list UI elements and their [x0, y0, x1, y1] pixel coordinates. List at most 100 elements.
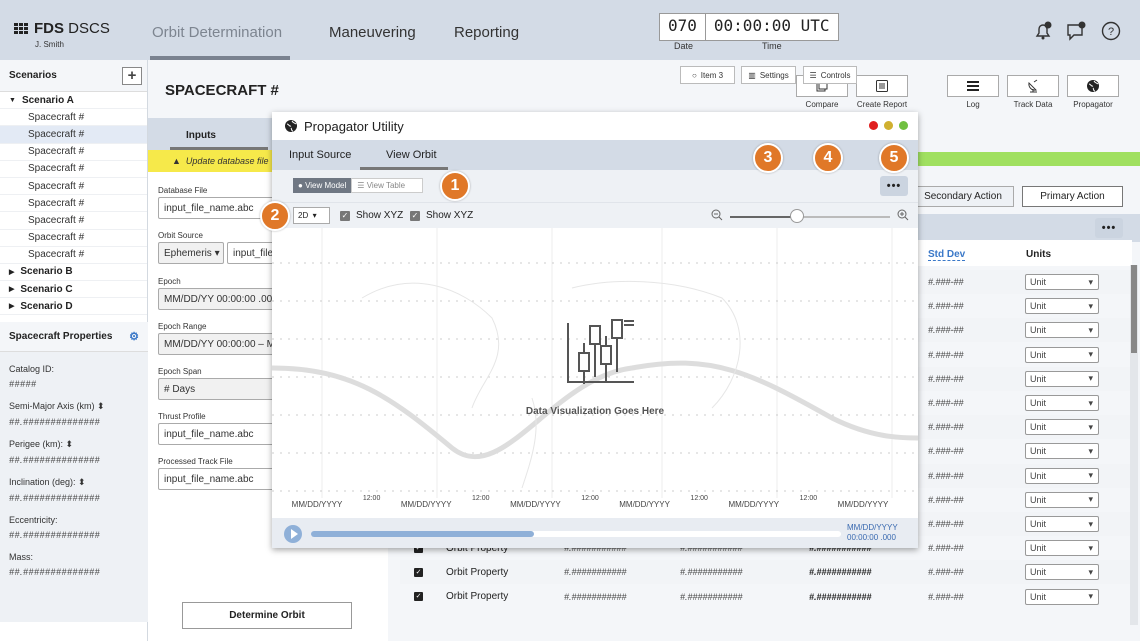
x-tick-label: MM/DD/YYYY [728, 500, 779, 509]
zoom-slider[interactable] [730, 216, 890, 218]
unit-select[interactable]: Unit [1025, 370, 1099, 387]
tab-reporting[interactable]: Reporting [454, 24, 519, 41]
item3-button[interactable]: ○ Item 3 [680, 66, 735, 84]
tab-input-source[interactable]: Input Source [289, 149, 351, 161]
scenario-tree: ▼ Scenario A Spacecraft # Spacecraft # Space… [0, 92, 147, 316]
unit-select[interactable]: Unit [1025, 443, 1099, 460]
determine-orbit-button[interactable]: Determine Orbit [182, 602, 352, 629]
chat-icon[interactable] [1065, 20, 1087, 42]
gear-icon[interactable]: ⚙ [129, 330, 139, 343]
playback-slider[interactable] [311, 531, 841, 537]
maximize-dot[interactable] [899, 121, 908, 130]
scenario-item[interactable]: ▶ Scenario B [0, 264, 147, 282]
primary-action-button[interactable]: Primary Action [1022, 186, 1123, 207]
unit-select[interactable]: Unit [1025, 298, 1099, 315]
table-row: ✓ Orbit Property #.########### #.##########… [400, 585, 1132, 609]
spacecraft-item[interactable]: Spacecraft # [0, 144, 147, 161]
unit-select[interactable]: Unit [1025, 322, 1099, 339]
scenario-item[interactable]: ▼ Scenario A [0, 92, 147, 110]
spacecraft-item[interactable]: Spacecraft # [0, 109, 147, 127]
circle-icon: ○ [691, 70, 697, 80]
globe-icon: ● [298, 181, 306, 190]
controls-button[interactable]: ☰ Controls [803, 66, 857, 84]
callout-badge-5: 5 [879, 143, 909, 173]
spacecraft-item[interactable]: Spacecraft # [0, 212, 147, 230]
svg-text:?: ? [1108, 26, 1114, 38]
log-label: Log [966, 100, 980, 109]
checkbox-checked-icon: ✓ [410, 210, 420, 221]
brand: FDS DSCS [14, 20, 110, 37]
time-label: Time [762, 41, 782, 51]
orbit-source-file-input[interactable]: input_file_name.abc [227, 242, 277, 264]
unit-select[interactable]: Unit [1025, 274, 1099, 290]
show-xyz-checkbox-2[interactable]: ✓ Show XYZ [410, 210, 473, 221]
unit-select[interactable]: Unit [1025, 419, 1099, 436]
track-file-input[interactable]: input_file_name.abc [158, 468, 278, 490]
chart-icon: ▥ [748, 70, 756, 80]
scenario-item[interactable]: ▶ Scenario D [0, 298, 147, 316]
callout-badge-2: 2 [260, 201, 290, 231]
settings-button[interactable]: ▥ Settings [741, 66, 796, 84]
date-label: Date [674, 41, 694, 51]
table-more-button[interactable]: ••• [1095, 218, 1123, 238]
propagator-button[interactable] [1067, 75, 1119, 97]
orbit-visualization[interactable]: Data Visualization Goes Here MM/DD/YYYY 12… [272, 228, 918, 518]
caret-right-icon[interactable]: ▶ [9, 302, 14, 310]
create-report-button[interactable] [856, 75, 908, 97]
page-title: SPACECRAFT # [165, 82, 279, 99]
app-grid-icon[interactable] [14, 22, 28, 35]
dialog-more-button[interactable]: ••• [880, 176, 908, 196]
zoom-in-icon[interactable] [896, 208, 910, 222]
help-icon[interactable]: ? [1100, 20, 1122, 42]
table-scrollbar[interactable] [1130, 265, 1138, 625]
play-button[interactable] [284, 525, 302, 543]
property-value: ##.############## [9, 567, 101, 577]
unit-select[interactable]: Unit [1025, 516, 1099, 532]
x-tick-label: MM/DD/YYYY [838, 500, 889, 509]
log-button[interactable] [947, 75, 999, 97]
spacecraft-item[interactable]: Spacecraft # [0, 247, 147, 264]
view-table-button[interactable]: ☰ View Table [351, 178, 424, 193]
property-label: Perigee (km): ⬍ [9, 439, 74, 449]
dimension-select[interactable]: 2D ▾ [293, 207, 330, 224]
unit-select[interactable]: Unit [1025, 564, 1099, 581]
add-scenario-button[interactable]: + [122, 66, 142, 85]
view-model-button[interactable]: ● View Model [293, 178, 352, 193]
unit-select[interactable]: Unit [1025, 395, 1099, 411]
properties-header: Spacecraft Properties ⚙ [0, 322, 148, 352]
unit-select[interactable]: Unit [1025, 588, 1099, 605]
tab-orbit-determination[interactable]: Orbit Determination [152, 24, 282, 41]
epoch-range-input[interactable]: MM/DD/YY 00:00:00 – MM/DD/YY [158, 333, 278, 355]
track-data-button[interactable] [1007, 75, 1059, 97]
caret-right-icon[interactable]: ▶ [9, 268, 14, 276]
spacecraft-item[interactable]: Spacecraft # [0, 195, 147, 213]
spacecraft-item[interactable]: Spacecraft # [0, 126, 147, 144]
unit-select[interactable]: Unit [1025, 491, 1099, 508]
row-checkbox[interactable]: ✓ [414, 567, 423, 577]
scenario-item[interactable]: ▶ Scenario C [0, 281, 147, 299]
unit-select[interactable]: Unit [1025, 467, 1099, 484]
bell-icon[interactable] [1032, 20, 1054, 42]
caret-right-icon[interactable]: ▶ [9, 285, 14, 293]
tab-view-orbit[interactable]: View Orbit [386, 149, 437, 161]
secondary-action-button[interactable]: Secondary Action [912, 186, 1014, 207]
row-checkbox[interactable]: ✓ [414, 592, 423, 602]
property-item: Mass: ##.############## [0, 552, 148, 577]
spacecraft-item[interactable]: Spacecraft # [0, 178, 147, 196]
orbit-source-select[interactable]: Ephemeris ▾ [158, 242, 224, 264]
epoch-input[interactable]: MM/DD/YY 00:00:00 .000 [158, 288, 278, 310]
show-xyz-checkbox-1[interactable]: ✓ Show XYZ [340, 210, 403, 221]
unit-select[interactable]: Unit [1025, 346, 1099, 363]
checkbox-checked-icon: ✓ [340, 210, 350, 221]
unit-select[interactable]: Unit [1025, 540, 1099, 557]
spacecraft-item[interactable]: Spacecraft # [0, 161, 147, 178]
close-dot[interactable] [869, 121, 878, 130]
std-dev-header[interactable]: Std Dev [928, 249, 966, 261]
thrust-profile-input[interactable]: input_file_name.abc [158, 423, 278, 445]
tab-maneuvering[interactable]: Maneuvering [329, 24, 416, 41]
zoom-out-icon[interactable] [710, 208, 724, 222]
minimize-dot[interactable] [884, 121, 893, 130]
caret-down-icon[interactable]: ▼ [9, 97, 16, 104]
spacecraft-item[interactable]: Spacecraft # [0, 230, 147, 247]
epoch-span-input[interactable]: # Days [158, 378, 278, 400]
